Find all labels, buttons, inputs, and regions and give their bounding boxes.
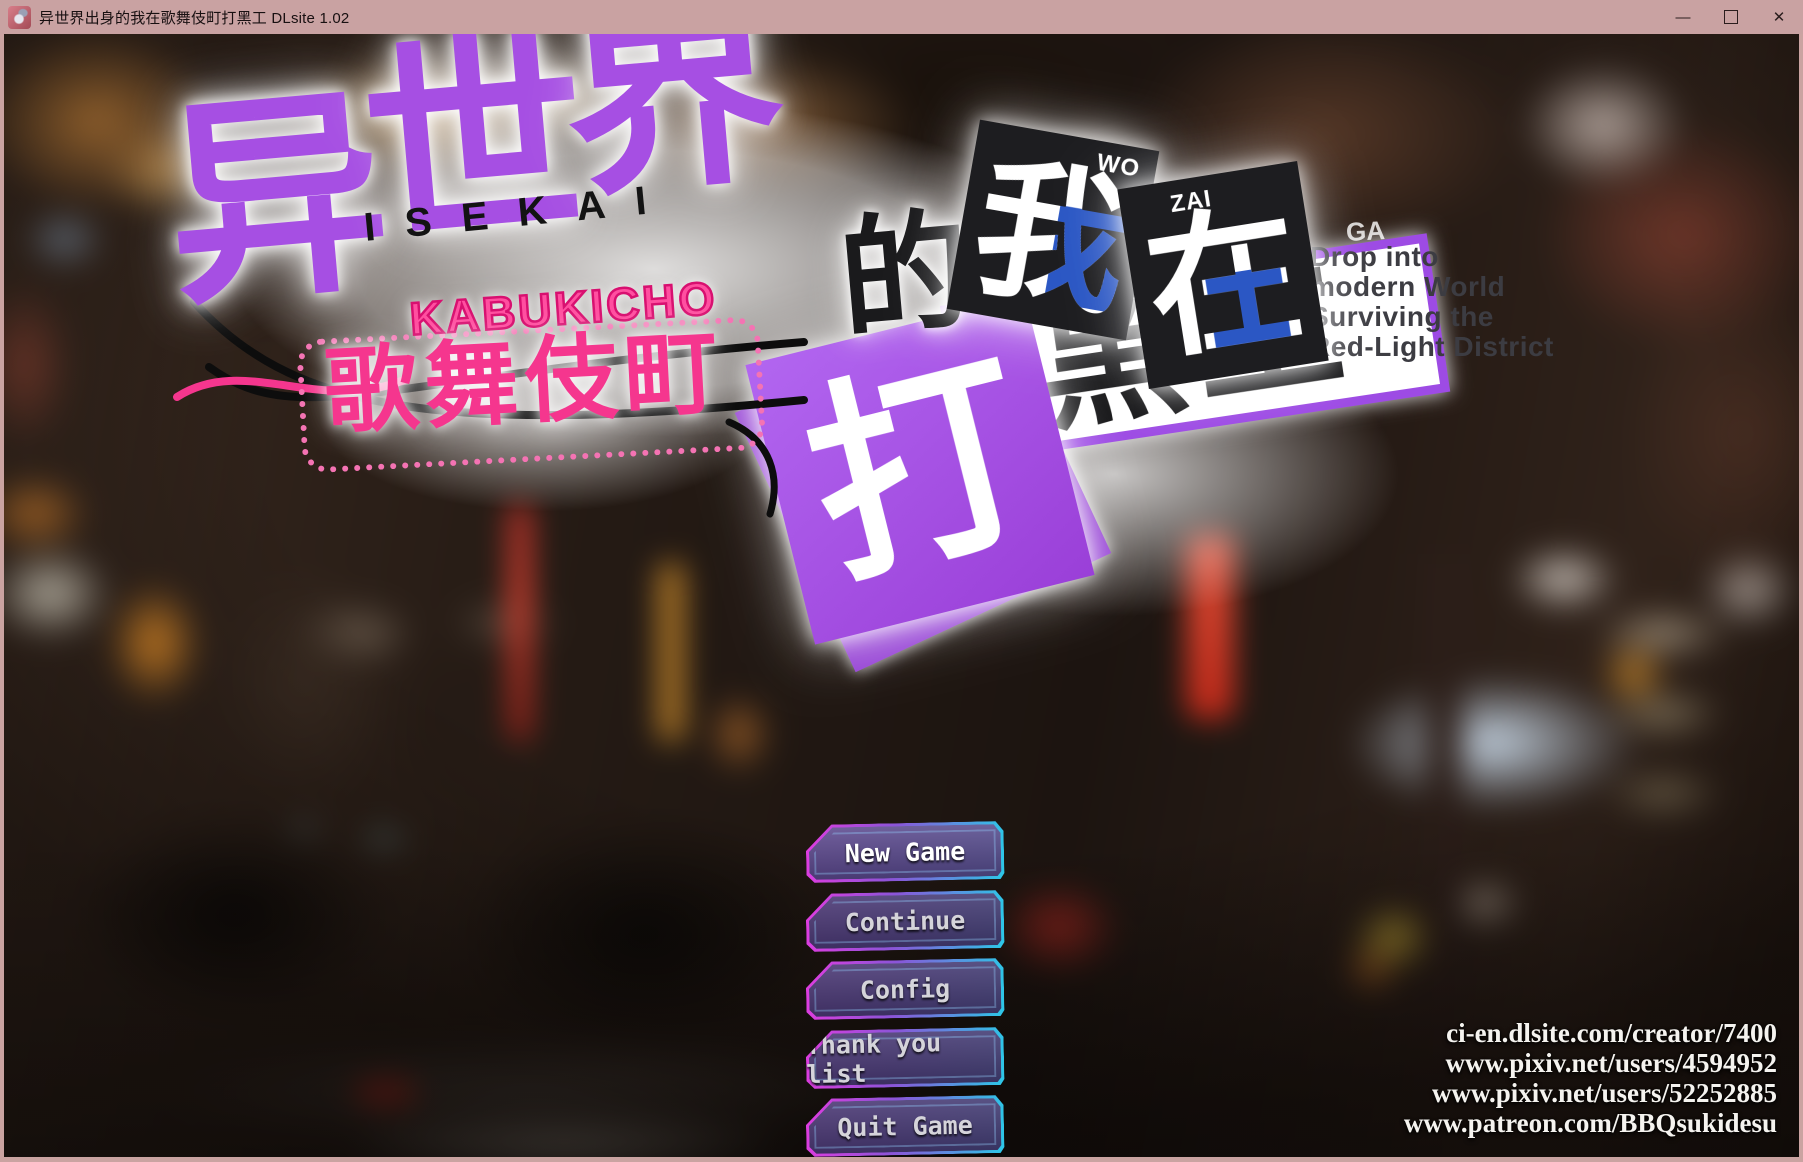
close-icon: ✕	[1772, 9, 1786, 26]
menu-button-label: Config	[859, 973, 951, 1005]
link-line: ci-en.dlsite.com/creator/7400	[1446, 1018, 1777, 1048]
maximize-button[interactable]	[1707, 0, 1755, 34]
da-char: 打	[786, 327, 1054, 613]
tagline: Drop into modern World Surviving the Red…	[1310, 242, 1554, 362]
titlebar: 异世界出身的我在歌舞伎町打黑工 DLsite 1.02 — ✕	[0, 0, 1803, 34]
link-line: www.patreon.com/BBQsukidesu	[1403, 1108, 1777, 1138]
creator-links: ci-en.dlsite.com/creator/7400 www.pixiv.…	[1404, 1018, 1777, 1138]
menu-button-quit-game[interactable]: Quit Game	[805, 1095, 1004, 1157]
tagline-line: modern World	[1310, 271, 1506, 302]
minimize-button[interactable]: —	[1659, 0, 1707, 34]
maximize-icon	[1724, 10, 1738, 24]
menu-button-label: Continue	[844, 905, 966, 937]
menu-button-new-game[interactable]: New Game	[805, 821, 1004, 883]
menu-button-thank-you-list[interactable]: Thank you list	[805, 1027, 1004, 1089]
game-window: 异世界出身的我在歌舞伎町打黑工 DLsite 1.02 — ✕ 异世界 ISEK…	[0, 0, 1803, 1162]
tagline-line: Surviving the	[1310, 301, 1494, 332]
game-viewport: 异世界 ISEKAI KABUKICHO 歌舞伎町 的 我 我 WO 在 在 Z…	[4, 34, 1799, 1157]
window-controls: — ✕	[1659, 0, 1803, 34]
menu-button-config[interactable]: Config	[805, 958, 1004, 1020]
link-line: www.pixiv.net/users/4594952	[1445, 1048, 1777, 1078]
tagline-line: Red-Light District	[1310, 331, 1554, 362]
close-button[interactable]: ✕	[1755, 0, 1803, 34]
background-yellow-sign	[658, 562, 684, 742]
menu-button-label: New Game	[844, 836, 966, 868]
background-taillight	[356, 1080, 416, 1106]
menu-button-label: Quit Game	[836, 1110, 974, 1142]
window-title: 异世界出身的我在歌舞伎町打黑工 DLsite 1.02	[39, 9, 350, 27]
link-line: www.pixiv.net/users/52252885	[1431, 1078, 1777, 1108]
minimize-icon: —	[1675, 8, 1691, 26]
background-red-lantern	[1186, 534, 1234, 719]
app-icon	[8, 5, 31, 29]
background-pole	[1426, 554, 1462, 1074]
menu-button-continue[interactable]: Continue	[805, 890, 1004, 952]
logo-kabukicho-cn: 歌舞伎町	[321, 319, 727, 445]
logo-char: 异	[157, 68, 384, 332]
menu-button-label: Thank you list	[805, 1028, 942, 1090]
zai-tile: 在 在 ZAI	[1117, 161, 1329, 389]
tagline-line: Drop into	[1310, 241, 1439, 272]
